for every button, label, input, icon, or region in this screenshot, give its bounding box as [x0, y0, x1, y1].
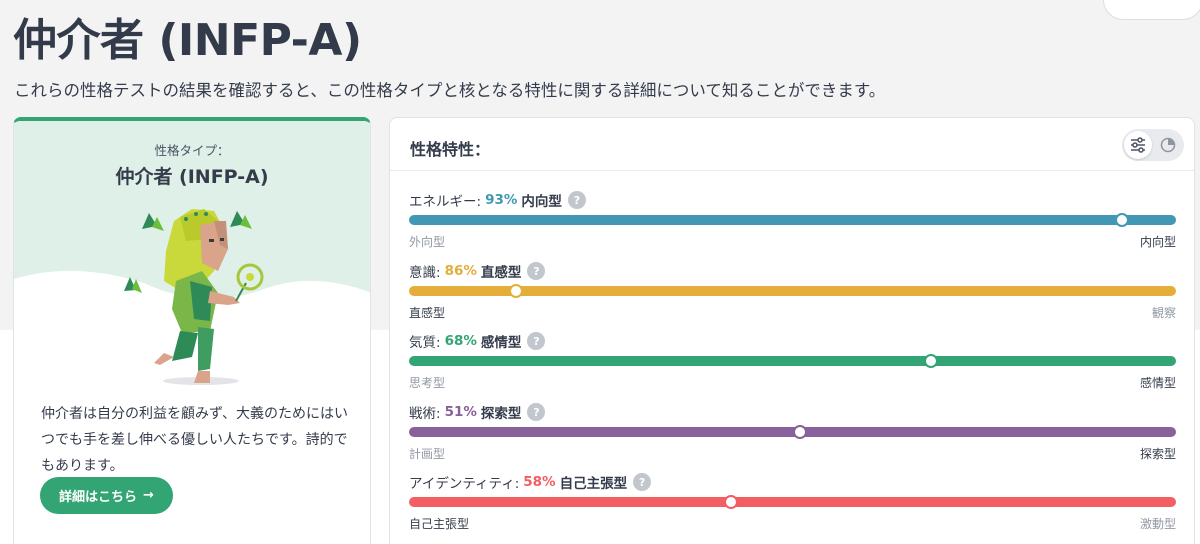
- trait-row: アイデンティティ: 58% 自己主張型? 自己主張型 激動型: [409, 472, 1176, 532]
- mediator-figure-illustration: [124, 209, 264, 385]
- trait-right-pole: 観察: [1151, 306, 1176, 320]
- trait-left-pole: 自己主張型: [409, 517, 470, 531]
- trait-heading: 意識: 86% 直感型?: [409, 261, 546, 281]
- personality-type-description: 仲介者は自分の利益を顧みず、大義のためにはいつでも手を差し伸べる優しい人たちです…: [41, 406, 349, 474]
- trait-knob: [923, 354, 938, 368]
- trait-percent: 51%: [444, 404, 477, 420]
- trait-percent: 86%: [444, 263, 477, 279]
- trait-right-pole: 探索型: [1139, 447, 1176, 461]
- trait-percent: 93%: [485, 192, 518, 208]
- trait-right-pole: 内向型: [1139, 235, 1176, 249]
- help-icon[interactable]: ?: [527, 332, 546, 350]
- trait-bar: [409, 497, 1176, 507]
- trait-left-pole: 計画型: [409, 447, 446, 461]
- top-menu-chip[interactable]: [1103, 0, 1200, 20]
- sliders-icon: [1131, 137, 1145, 153]
- trait-category: アイデンティティ:: [409, 476, 520, 492]
- personality-traits-card: 性格特性： エネルギー:93%内向型?外向型内向型意識:86%直感: [389, 117, 1195, 544]
- pie-chart-icon: [1160, 137, 1176, 153]
- traits-card-title: 性格特性：: [410, 140, 491, 159]
- trait-heading: 気質: 68% 感情型?: [409, 331, 546, 351]
- trait-heading: アイデンティティ: 58% 自己主張型?: [409, 472, 652, 492]
- trait-heading: エネルギー: 93% 内向型?: [409, 190, 586, 210]
- trait-row: 気質: 68% 感情型? 思考型 感情型: [409, 331, 1176, 391]
- trait-category: 意識:: [409, 265, 441, 281]
- trait-bar: [409, 356, 1176, 366]
- help-icon[interactable]: ?: [527, 403, 546, 421]
- help-icon[interactable]: ?: [633, 473, 652, 491]
- trait-left-pole: 思考型: [409, 376, 446, 390]
- page-subtitle: これらの性格テストの結果を確認すると、この性格タイプと核となる特性に関する詳細に…: [14, 81, 886, 100]
- trait-category: 戦術:: [409, 406, 441, 422]
- arrow-right-icon: →: [143, 488, 154, 503]
- trait-row: 意識: 86% 直感型? 直感型 観察: [409, 261, 1176, 321]
- trait-name: 探索型: [480, 406, 522, 422]
- sliders-view-button[interactable]: [1124, 131, 1152, 159]
- page-title: 仲介者 (INFP-A): [13, 15, 362, 66]
- learn-more-label: 詳細はこちら: [59, 490, 138, 505]
- trait-name: 内向型: [521, 194, 562, 210]
- trait-right-pole: 感情型: [1139, 376, 1176, 390]
- trait-bar: [409, 215, 1176, 225]
- trait-name: 自己主張型: [559, 476, 628, 492]
- trait-percent: 68%: [444, 333, 477, 349]
- help-icon[interactable]: ?: [567, 191, 586, 209]
- trait-bar: [409, 286, 1176, 296]
- trait-row: 戦術: 51% 探索型? 計画型 探索型: [409, 402, 1176, 462]
- view-toggle: [1122, 129, 1184, 161]
- pie-view-button[interactable]: [1154, 131, 1182, 159]
- personality-type-card: 性格タイプ： 仲介者 (INFP-A) 仲介者は自分の利益を顧みず、大義のために…: [13, 117, 371, 544]
- trait-percent: 58%: [523, 474, 556, 490]
- trait-name: 感情型: [480, 335, 522, 351]
- trait-category: 気質:: [409, 335, 441, 351]
- trait-row: エネルギー: 93% 内向型? 外向型 内向型: [409, 190, 1176, 250]
- trait-heading: 戦術: 51% 探索型?: [409, 402, 546, 422]
- trait-category: エネルギー:: [409, 194, 482, 210]
- learn-more-button[interactable]: 詳細はこちら →: [40, 477, 173, 514]
- trait-right-pole: 激動型: [1139, 517, 1176, 531]
- traits-card-header: 性格特性：: [390, 118, 1194, 171]
- trait-left-pole: 外向型: [409, 235, 446, 249]
- trait-left-pole: 直感型: [409, 306, 446, 320]
- trait-name: 直感型: [480, 265, 522, 281]
- help-icon[interactable]: ?: [527, 262, 546, 280]
